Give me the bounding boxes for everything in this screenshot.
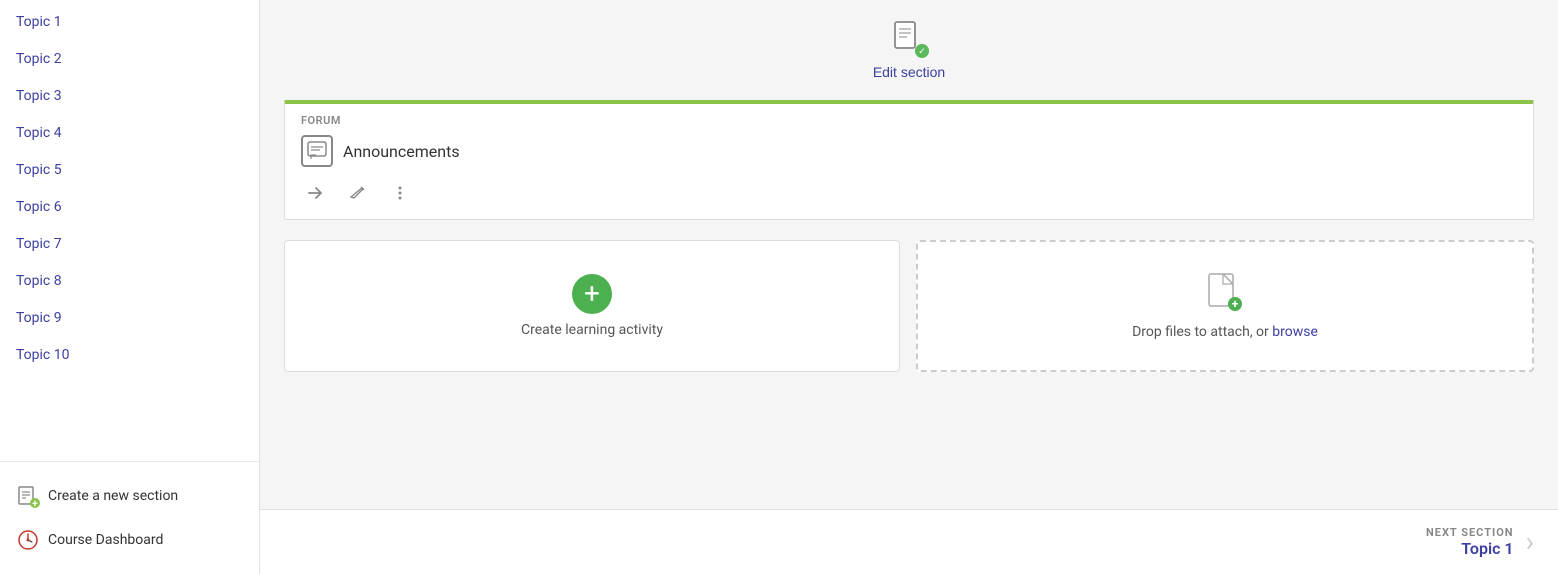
- sidebar-topic-4[interactable]: Topic 4: [0, 115, 259, 152]
- dashboard-label: Course Dashboard: [48, 532, 163, 548]
- forum-navigate-button[interactable]: [301, 179, 329, 207]
- forum-badge: FORUM: [285, 104, 1533, 131]
- add-icon: +: [572, 274, 612, 314]
- dashboard-icon: [16, 528, 40, 552]
- next-section-label: NEXT SECTION: [1426, 526, 1514, 539]
- edit-section-button[interactable]: Edit section: [873, 20, 945, 80]
- sidebar-bottom: + Create a new section Course Dashboard: [0, 461, 259, 574]
- browse-link[interactable]: browse: [1272, 324, 1318, 340]
- next-section-title: Topic 1: [1426, 539, 1514, 558]
- next-chevron-icon[interactable]: ›: [1526, 528, 1534, 556]
- sidebar-topic-5[interactable]: Topic 5: [0, 152, 259, 189]
- sidebar-topic-7[interactable]: Topic 7: [0, 226, 259, 263]
- forum-title-row: Announcements: [285, 131, 1533, 175]
- create-activity-card[interactable]: + Create learning activity: [284, 240, 900, 372]
- svg-text:+: +: [32, 499, 38, 508]
- sidebar-topic-10[interactable]: Topic 10: [0, 337, 259, 374]
- create-section-label: Create a new section: [48, 488, 178, 504]
- drop-files-label: Drop files to attach, or browse: [1132, 324, 1318, 340]
- forum-more-button[interactable]: [387, 180, 413, 206]
- edit-section-wrap: Edit section: [284, 20, 1534, 80]
- drop-files-card[interactable]: + Drop files to attach, or browse: [916, 240, 1534, 372]
- sidebar-topic-1[interactable]: Topic 1: [0, 4, 259, 41]
- sidebar: Topic 1Topic 2Topic 3Topic 4Topic 5Topic…: [0, 0, 260, 574]
- sidebar-topic-2[interactable]: Topic 2: [0, 41, 259, 78]
- sidebar-topic-8[interactable]: Topic 8: [0, 263, 259, 300]
- sidebar-topic-3[interactable]: Topic 3: [0, 78, 259, 115]
- sidebar-topic-6[interactable]: Topic 6: [0, 189, 259, 226]
- drop-file-icon: +: [1207, 272, 1243, 316]
- course-dashboard-action[interactable]: Course Dashboard: [0, 518, 259, 562]
- main-content: Edit section FORUM Announcements: [260, 0, 1558, 509]
- svg-text:+: +: [1232, 297, 1239, 311]
- edit-section-icon: [889, 20, 929, 60]
- edit-section-label: Edit section: [873, 64, 945, 80]
- next-section-text: NEXT SECTION Topic 1: [1426, 526, 1514, 558]
- forum-chat-icon: [301, 135, 333, 167]
- forum-edit-button[interactable]: [345, 180, 371, 206]
- forum-actions: [285, 175, 1533, 219]
- create-activity-label: Create learning activity: [521, 322, 663, 338]
- sidebar-topics-list: Topic 1Topic 2Topic 3Topic 4Topic 5Topic…: [0, 0, 259, 461]
- create-section-action[interactable]: + Create a new section: [0, 474, 259, 518]
- create-section-icon: +: [16, 484, 40, 508]
- main-area: Edit section FORUM Announcements: [260, 0, 1558, 574]
- bottom-cards: + Create learning activity + Drop files …: [284, 240, 1534, 372]
- next-section-footer: NEXT SECTION Topic 1 ›: [260, 509, 1558, 574]
- edit-section-badge: [915, 44, 929, 58]
- forum-card: FORUM Announcements: [284, 100, 1534, 220]
- forum-title: Announcements: [343, 142, 460, 161]
- sidebar-topic-9[interactable]: Topic 9: [0, 300, 259, 337]
